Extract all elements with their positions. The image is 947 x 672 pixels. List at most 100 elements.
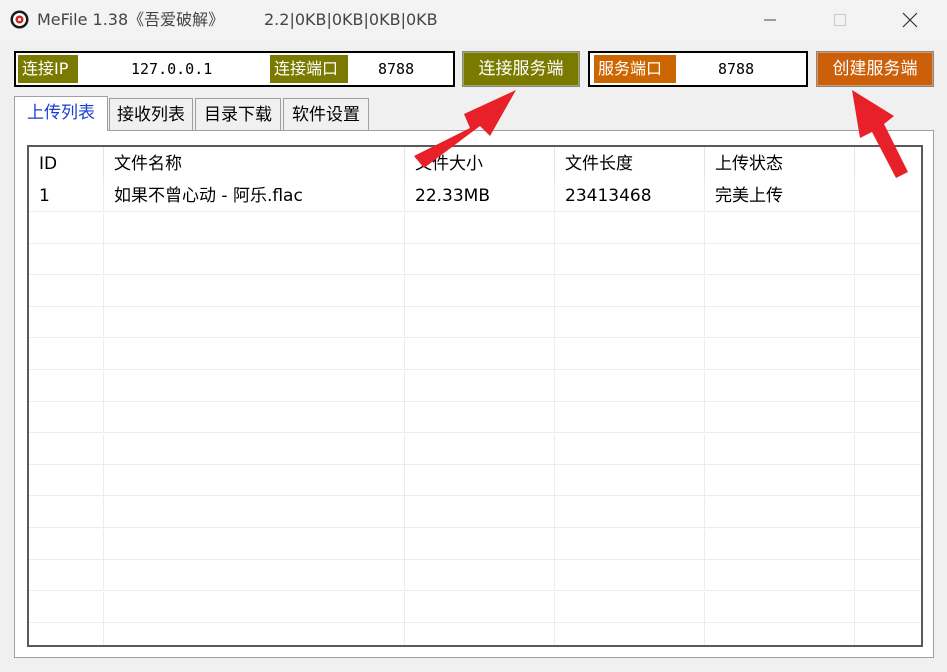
cell-filelength (555, 433, 705, 465)
column-header-upload-status[interactable]: 上传状态 (705, 147, 855, 181)
cell-filelength (555, 370, 705, 402)
ip-value[interactable]: 127.0.0.1 (131, 55, 212, 83)
app-icon (10, 10, 29, 29)
cell-filesize (405, 433, 555, 465)
cell-filelength (555, 528, 705, 560)
table-header: ID 文件名称 文件大小 文件长度 上传状态 (29, 147, 921, 181)
cell-filesize (405, 528, 555, 560)
table-row (29, 497, 921, 528)
tab-directory-download[interactable]: 目录下载 (195, 98, 281, 130)
cell-id (29, 212, 104, 244)
table-row (29, 623, 921, 645)
cell-empty (855, 213, 921, 244)
create-server-button[interactable]: 创建服务端 (816, 51, 934, 87)
maximize-button[interactable] (817, 0, 863, 40)
title-bar[interactable]: MeFile 1.38《吾爱破解》 2.2|0KB|0KB|0KB|0KB (0, 0, 947, 40)
table-row (29, 528, 921, 560)
cell-empty (855, 402, 921, 433)
cell-filesize (405, 497, 555, 528)
cell-filename (104, 528, 405, 560)
cell-id (29, 497, 104, 528)
cell-upload-status (705, 528, 855, 560)
cell-filename (104, 497, 405, 528)
cell-id: 1 (29, 181, 104, 212)
cell-id (29, 433, 104, 465)
cell-filelength (555, 275, 705, 307)
connect-server-button[interactable]: 连接服务端 (462, 51, 580, 87)
cell-id (29, 307, 104, 339)
table-row (29, 275, 921, 307)
table-row (29, 591, 921, 623)
cell-upload-status (705, 623, 855, 645)
cell-filelength (555, 623, 705, 645)
cell-filename: 如果不曾心动 - 阿乐.flac (104, 181, 405, 212)
cell-filesize (405, 370, 555, 402)
table-row (29, 212, 921, 244)
column-header-filesize[interactable]: 文件大小 (405, 147, 555, 181)
cell-id (29, 402, 104, 434)
tab-software-settings[interactable]: 软件设置 (283, 98, 369, 130)
column-header-filelength[interactable]: 文件长度 (555, 147, 705, 181)
cell-upload-status (705, 591, 855, 623)
table-row (29, 339, 921, 370)
cell-id (29, 591, 104, 623)
cell-filesize (405, 307, 555, 339)
close-icon (902, 12, 918, 28)
cell-upload-status (705, 370, 855, 402)
cell-upload-status (705, 307, 855, 339)
cell-filename (104, 370, 405, 402)
cell-empty (855, 623, 921, 645)
table-row[interactable]: 1 如果不曾心动 - 阿乐.flac 22.33MB 23413468 完美上传 (29, 181, 921, 212)
connection-panel: 连接IP 127.0.0.1 连接端口 8788 (14, 51, 455, 87)
cell-filename (104, 307, 405, 339)
cell-empty (855, 339, 921, 370)
cell-upload-status: 完美上传 (705, 181, 855, 212)
cell-filesize (405, 623, 555, 645)
cell-filesize: 22.33MB (405, 181, 555, 212)
cell-filesize (405, 275, 555, 307)
cell-filelength (555, 244, 705, 276)
service-port-value[interactable]: 8788 (718, 55, 754, 83)
cell-filesize (405, 465, 555, 497)
cell-upload-status (705, 560, 855, 592)
upload-table[interactable]: ID 文件名称 文件大小 文件长度 上传状态 1 如果不曾心动 - 阿乐.flac… (27, 145, 923, 647)
cell-empty (855, 497, 921, 528)
column-header-filename[interactable]: 文件名称 (104, 147, 405, 181)
cell-filesize (405, 591, 555, 623)
close-button[interactable] (887, 0, 933, 40)
cell-filesize (405, 244, 555, 276)
column-header-id[interactable]: ID (29, 147, 104, 181)
cell-filename (104, 465, 405, 497)
tab-upload-list[interactable]: 上传列表 (14, 96, 108, 131)
cell-filelength (555, 591, 705, 623)
cell-filelength (555, 402, 705, 434)
connect-port-value[interactable]: 8788 (378, 55, 414, 83)
window-stats: 2.2|0KB|0KB|0KB|0KB (264, 10, 438, 29)
cell-id (29, 370, 104, 402)
minimize-button[interactable] (747, 0, 793, 40)
window-title: MeFile 1.38《吾爱破解》 (37, 10, 225, 29)
cell-filelength (555, 307, 705, 339)
table-row (29, 307, 921, 339)
cell-upload-status (705, 212, 855, 244)
cell-upload-status (705, 402, 855, 434)
cell-filename (104, 275, 405, 307)
cell-upload-status (705, 339, 855, 370)
cell-filename (104, 339, 405, 370)
tab-receive-list[interactable]: 接收列表 (109, 98, 193, 130)
cell-filename (104, 212, 405, 244)
minimize-icon (764, 19, 776, 21)
cell-filelength (555, 212, 705, 244)
table-row (29, 402, 921, 434)
cell-empty (855, 529, 921, 560)
cell-id (29, 275, 104, 307)
maximize-icon (834, 14, 846, 26)
cell-upload-status (705, 497, 855, 528)
cell-filelength (555, 560, 705, 592)
cell-id (29, 623, 104, 645)
column-header-empty (855, 147, 921, 181)
cell-filesize (405, 560, 555, 592)
cell-filename (104, 402, 405, 434)
cell-filelength (555, 497, 705, 528)
cell-filelength: 23413468 (555, 181, 705, 212)
